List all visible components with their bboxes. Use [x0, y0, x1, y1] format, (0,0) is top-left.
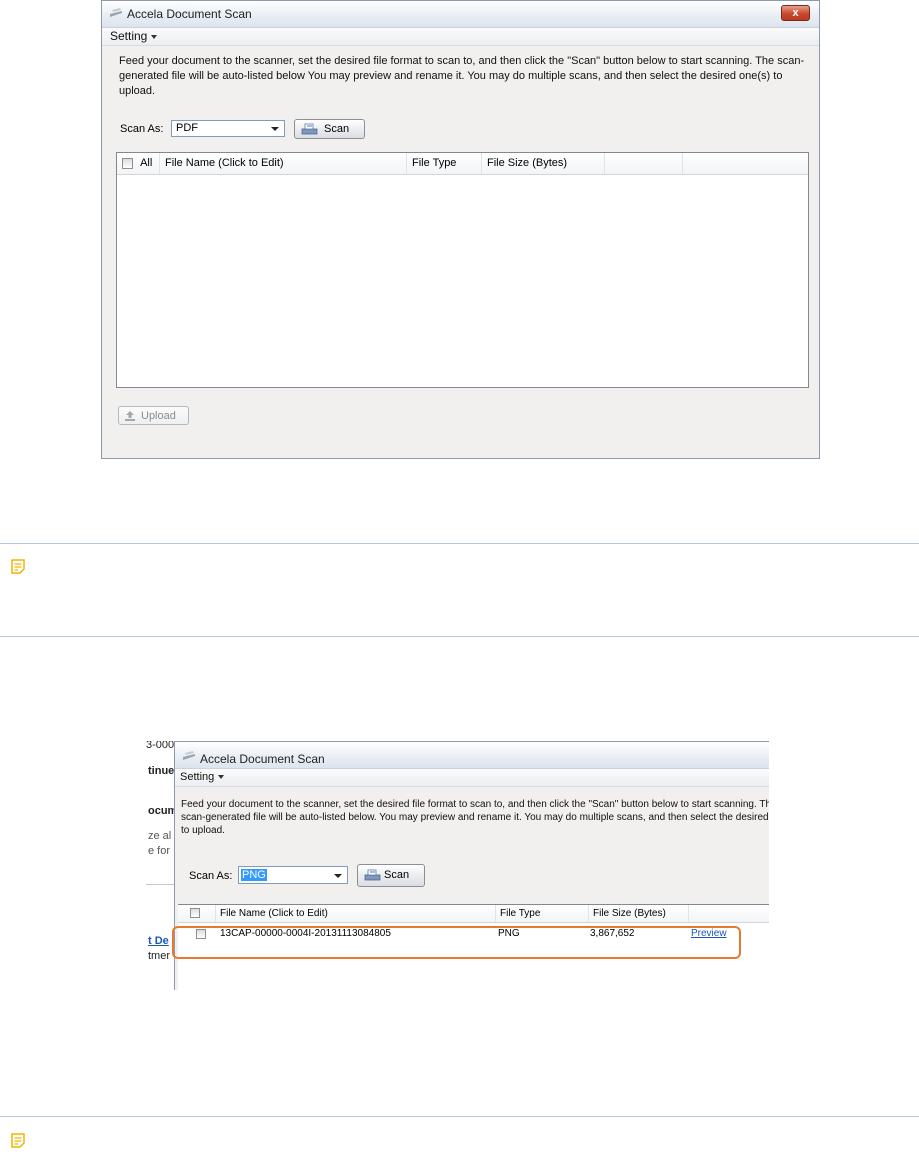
format-value: PDF [176, 122, 198, 134]
format-select[interactable]: PNG [238, 866, 348, 884]
scanner-icon [301, 123, 318, 135]
format-value: PNG [241, 869, 267, 881]
title-bar[interactable]: Accela Document Scan x [102, 1, 819, 28]
dropdown-arrow-icon [334, 874, 342, 878]
instructions-line: to upload. [181, 825, 225, 836]
preview-column [605, 153, 683, 174]
window-title: Accela Document Scan [127, 7, 252, 21]
background-text: tmer [148, 950, 170, 962]
setting-menu-label: Setting [110, 29, 148, 43]
file-type-column[interactable]: File Type [407, 153, 482, 174]
scan-as-label: Scan As: [189, 870, 233, 882]
select-all-column[interactable]: All [117, 153, 160, 174]
scanner-icon [110, 8, 122, 17]
file-type-column[interactable]: File Type [496, 905, 589, 922]
highlight-box [172, 926, 741, 959]
checkbox-icon[interactable] [122, 157, 133, 169]
select-all-label: All [140, 157, 153, 169]
background-link[interactable]: t De [148, 935, 169, 947]
file-name-column[interactable]: File Name (Click to Edit) [216, 905, 496, 922]
note-box [0, 1116, 919, 1155]
scan-button[interactable]: Scan [357, 864, 425, 887]
note-box [0, 543, 919, 637]
format-select[interactable]: PDF [171, 120, 285, 137]
checkbox-icon[interactable] [190, 908, 200, 919]
scan-button-label: Scan [384, 869, 410, 881]
table-header: All File Name (Click to Edit) File Type … [117, 153, 808, 175]
instructions-text: Feed your document to the scanner, set t… [181, 798, 769, 837]
instructions-line: scan-generated file will be auto-listed … [181, 812, 769, 823]
dropdown-arrow-icon [271, 127, 279, 131]
window-title: Accela Document Scan [200, 752, 325, 766]
scanned-files-table: All File Name (Click to Edit) File Type … [116, 152, 809, 388]
instructions-text: Feed your document to the scanner, set t… [119, 55, 805, 97]
scan-button[interactable]: Scan [294, 119, 365, 139]
scan-as-label: Scan As: [120, 123, 164, 135]
setting-menu[interactable]: Setting [180, 771, 225, 783]
setting-menu-label: Setting [180, 771, 215, 783]
upload-button-label: Upload [141, 410, 176, 422]
setting-menu[interactable]: Setting [110, 29, 158, 43]
menu-bar: Setting [175, 769, 769, 787]
note-icon [11, 1133, 25, 1148]
scanner-icon [364, 869, 381, 881]
instructions-line: Feed your document to the scanner, set t… [181, 799, 769, 810]
scan-dialog-empty: Accela Document Scan x Setting Feed your… [101, 0, 820, 459]
note-icon [11, 559, 25, 574]
upload-icon [125, 411, 135, 421]
scan-button-label: Scan [324, 123, 350, 135]
upload-button[interactable]: Upload [118, 406, 189, 425]
file-name-column[interactable]: File Name (Click to Edit) [160, 153, 407, 174]
title-bar[interactable]: Accela Document Scan [175, 742, 769, 769]
table-header: File Name (Click to Edit) File Type File… [178, 905, 769, 923]
close-icon: x [792, 7, 799, 19]
select-all-column[interactable] [178, 905, 216, 922]
background-text: e for [148, 845, 171, 857]
scanner-icon [183, 751, 195, 760]
file-size-column[interactable]: File Size (Bytes) [482, 153, 605, 174]
scan-dialog-with-file: 3-000000094 tinue ocum ze al e for t De … [146, 741, 769, 990]
menu-bar: Setting [102, 28, 819, 46]
chevron-down-icon [151, 34, 158, 39]
close-button[interactable]: x [781, 5, 810, 21]
background-text: ocum [148, 805, 178, 817]
file-size-column[interactable]: File Size (Bytes) [589, 905, 689, 922]
divider [146, 884, 176, 885]
background-text: ze al [148, 830, 172, 842]
background-text: tinue [148, 765, 175, 777]
chevron-down-icon [218, 775, 225, 780]
